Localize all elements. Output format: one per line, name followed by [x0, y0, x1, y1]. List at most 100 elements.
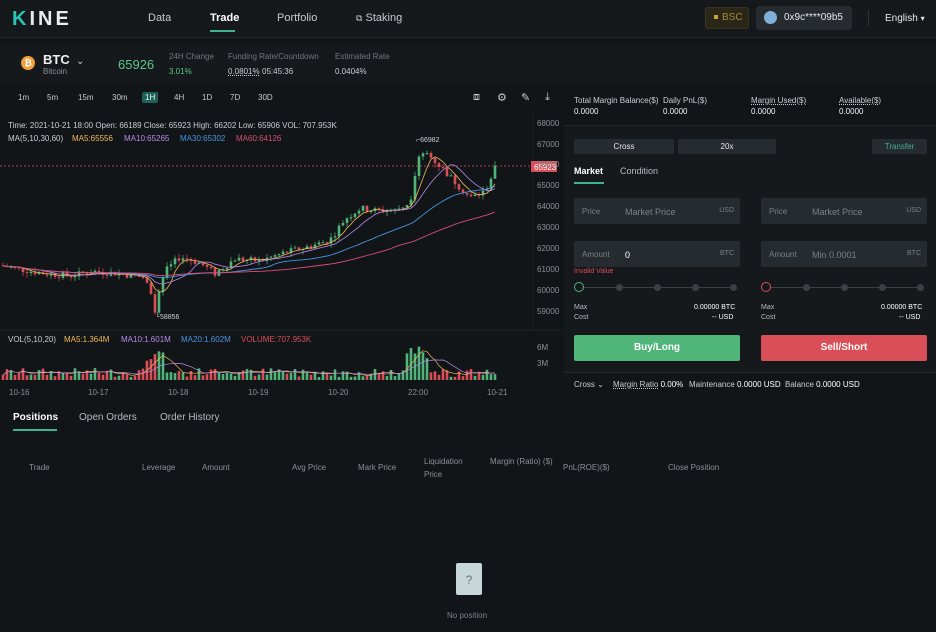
tf-15m[interactable]: 15m — [78, 93, 94, 102]
volume-bar — [201, 375, 205, 380]
nav-data[interactable]: Data — [148, 12, 171, 24]
candle-body — [165, 266, 169, 278]
slider-step[interactable] — [803, 284, 810, 291]
slider-step[interactable] — [616, 284, 623, 291]
volume-bar — [209, 369, 213, 380]
volume-bar — [41, 368, 45, 380]
candle-body — [213, 268, 217, 276]
language-select[interactable]: English ▾ — [885, 13, 925, 24]
sell-max-unit: BTC — [908, 304, 923, 311]
slider-step[interactable] — [841, 284, 848, 291]
tf-1h[interactable]: 1H — [142, 92, 159, 103]
chart-type-icon[interactable]: ⧈ — [473, 91, 480, 104]
transfer-button[interactable]: Transfer — [872, 139, 927, 154]
candle-body — [225, 267, 229, 270]
sell-price-field[interactable]: Price Market Price USD — [761, 198, 927, 224]
ticker-symbol[interactable]: BTC — [43, 52, 70, 67]
chevron-down-icon: ▾ — [920, 14, 925, 23]
vol-ma5-legend: MA5:1.364M — [64, 335, 110, 344]
high-marker-value: 66982 — [420, 137, 440, 144]
tf-7d[interactable]: 7D — [230, 93, 240, 102]
nav-trade[interactable]: Trade — [210, 12, 239, 24]
tab-open-orders[interactable]: Open Orders — [79, 412, 137, 423]
total-margin-label: Total Margin Balance($) — [574, 96, 659, 105]
tf-30d[interactable]: 30D — [258, 93, 273, 102]
volume-bar — [17, 372, 21, 380]
candle-body — [181, 258, 185, 261]
volume-bar — [93, 368, 97, 380]
x-tick: 10-19 — [248, 388, 269, 397]
tab-positions[interactable]: Positions — [13, 412, 58, 423]
volume-bar — [89, 373, 93, 380]
nav-staking-label: Staking — [365, 12, 403, 24]
volume-bar — [81, 373, 85, 380]
col-liquidation-price: Liquidation Price — [424, 457, 463, 479]
volume-bar — [1, 374, 5, 380]
price-chart[interactable] — [0, 112, 562, 402]
volume-bar — [269, 368, 273, 380]
cross-select[interactable]: Cross ⌄ — [574, 380, 604, 389]
funding-rate[interactable]: 0.0801% — [228, 67, 260, 76]
tf-4h[interactable]: 4H — [174, 93, 184, 102]
buy-price-field[interactable]: Price Market Price USD — [574, 198, 740, 224]
volume-bar — [29, 374, 33, 380]
slider-step[interactable] — [917, 284, 924, 291]
sell-amount-field[interactable]: Amount Min 0.0001 BTC — [761, 241, 927, 267]
volume-bar — [465, 370, 469, 380]
volume-bar — [233, 375, 237, 380]
margin-mode-button[interactable]: Cross — [574, 139, 674, 154]
low-marker: └58856 — [155, 314, 180, 321]
candle-body — [333, 236, 337, 238]
slider-handle[interactable] — [574, 282, 584, 292]
candle-body — [185, 258, 189, 260]
tf-1m[interactable]: 1m — [18, 93, 29, 102]
tf-30m[interactable]: 30m — [112, 93, 128, 102]
volume-bar — [281, 371, 285, 380]
tab-order-history[interactable]: Order History — [160, 412, 219, 423]
volume-bar — [129, 376, 133, 380]
candle-body — [173, 258, 177, 265]
slider-handle[interactable] — [761, 282, 771, 292]
kine-logo[interactable]: KINE — [12, 8, 72, 31]
symbol-chevron-icon[interactable]: ⌄ — [76, 56, 84, 67]
slider-step[interactable] — [692, 284, 699, 291]
tf-1d[interactable]: 1D — [202, 93, 212, 102]
tf-5m[interactable]: 5m — [47, 93, 58, 102]
x-tick: 10-20 — [328, 388, 349, 397]
nav-portfolio[interactable]: Portfolio — [277, 12, 317, 24]
slider-step[interactable] — [879, 284, 886, 291]
sell-short-button[interactable]: Sell/Short — [761, 335, 927, 361]
y-tick: 59000 — [537, 307, 560, 316]
candle-body — [153, 294, 157, 313]
change-value: 3.01% — [169, 67, 192, 76]
volume-bar — [137, 370, 141, 380]
buy-max-unit: BTC — [721, 304, 736, 311]
y-tick: 64000 — [537, 202, 560, 211]
settings-icon[interactable]: ⚙ — [497, 91, 507, 104]
candle-body — [169, 264, 173, 267]
leverage-button[interactable]: 20x — [678, 139, 776, 154]
avatar-icon — [764, 11, 777, 24]
buy-long-button[interactable]: Buy/Long — [574, 335, 740, 361]
tab-condition[interactable]: Condition — [620, 166, 658, 176]
candle-body — [433, 157, 437, 164]
buy-amount-field[interactable]: Amount 0 BTC — [574, 241, 740, 267]
buy-amount-slider[interactable] — [574, 282, 740, 294]
x-tick: 22:00 — [408, 388, 429, 397]
wallet-address-button[interactable]: 0x9c****09b5 — [756, 6, 852, 30]
volume-bar — [429, 372, 433, 380]
volume-bar — [97, 372, 101, 380]
sell-amount-slider[interactable] — [761, 282, 927, 294]
margin-used-value: 0.0000 — [751, 107, 776, 116]
candle-body — [357, 210, 361, 214]
volume-bar — [317, 376, 321, 380]
volume-bar — [225, 372, 229, 380]
network-badge[interactable]: BSC — [705, 7, 749, 29]
tab-market[interactable]: Market — [574, 166, 603, 176]
language-label: English — [885, 13, 918, 24]
nav-staking[interactable]: ⧉ Staking — [356, 12, 402, 24]
slider-step[interactable] — [730, 284, 737, 291]
indicator-icon[interactable]: ✎ — [521, 91, 530, 104]
slider-step[interactable] — [654, 284, 661, 291]
download-icon[interactable]: ⤓ — [545, 91, 550, 104]
